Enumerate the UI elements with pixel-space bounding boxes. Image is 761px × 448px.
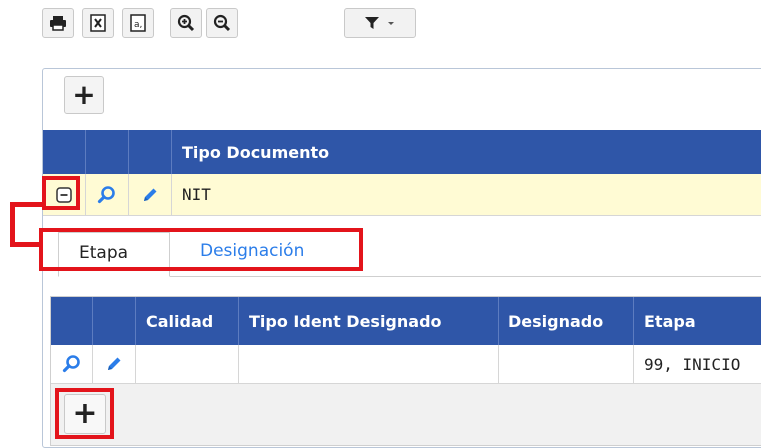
column-header-tipo-ident-designado[interactable]: Tipo Ident Designado — [239, 297, 499, 345]
master-row[interactable]: NIT — [43, 174, 761, 216]
master-grid-header: Tipo Documento — [43, 130, 761, 174]
edit-detail-button[interactable] — [93, 345, 136, 383]
search-icon — [62, 355, 80, 373]
view-record-button[interactable] — [86, 174, 129, 215]
detail-grid-header: Calidad Tipo Ident Designado Designado E… — [51, 297, 761, 345]
search-icon — [97, 185, 115, 203]
cell-etapa: 99, INICIO — [644, 354, 741, 374]
cell-designado — [499, 345, 634, 383]
edit-record-button[interactable] — [129, 174, 172, 215]
cell-calidad — [136, 345, 239, 383]
pencil-icon — [144, 188, 157, 201]
filter-icon — [365, 17, 379, 29]
export-text-button[interactable]: a, — [122, 8, 154, 38]
column-header-tipo-documento[interactable]: Tipo Documento — [172, 130, 761, 174]
filter-dropdown-button[interactable] — [344, 8, 416, 38]
highlight-add-detail-box — [55, 388, 114, 439]
highlight-tabs-box — [39, 228, 363, 271]
highlight-connector-top — [10, 202, 44, 207]
text-export-icon: a, — [130, 14, 146, 32]
cell-tipo-ident-designado — [239, 345, 499, 383]
print-icon — [50, 16, 66, 31]
zoom-out-button[interactable] — [206, 8, 238, 38]
detail-row[interactable]: 99, INICIO — [51, 345, 761, 384]
highlight-connector-vertical — [10, 202, 15, 247]
highlight-connector-bottom — [10, 242, 42, 247]
caret-down-icon — [388, 22, 394, 25]
cell-tipo-documento: NIT — [182, 185, 211, 204]
column-header-calidad[interactable]: Calidad — [136, 297, 239, 345]
export-excel-button[interactable] — [82, 8, 114, 38]
zoom-in-icon — [177, 14, 195, 32]
add-plus-label: + — [72, 78, 96, 111]
view-detail-button[interactable] — [51, 345, 93, 383]
column-header-etapa[interactable]: Etapa — [634, 297, 761, 345]
zoom-out-icon — [213, 14, 231, 32]
highlight-collapse-box — [42, 176, 80, 210]
svg-text:a,: a, — [134, 20, 142, 30]
excel-export-icon — [90, 14, 106, 32]
add-record-button[interactable]: + — [64, 76, 104, 114]
column-header-designado[interactable]: Designado — [499, 297, 634, 345]
pencil-icon — [108, 357, 121, 370]
print-button[interactable] — [42, 8, 74, 38]
zoom-in-button[interactable] — [170, 8, 202, 38]
